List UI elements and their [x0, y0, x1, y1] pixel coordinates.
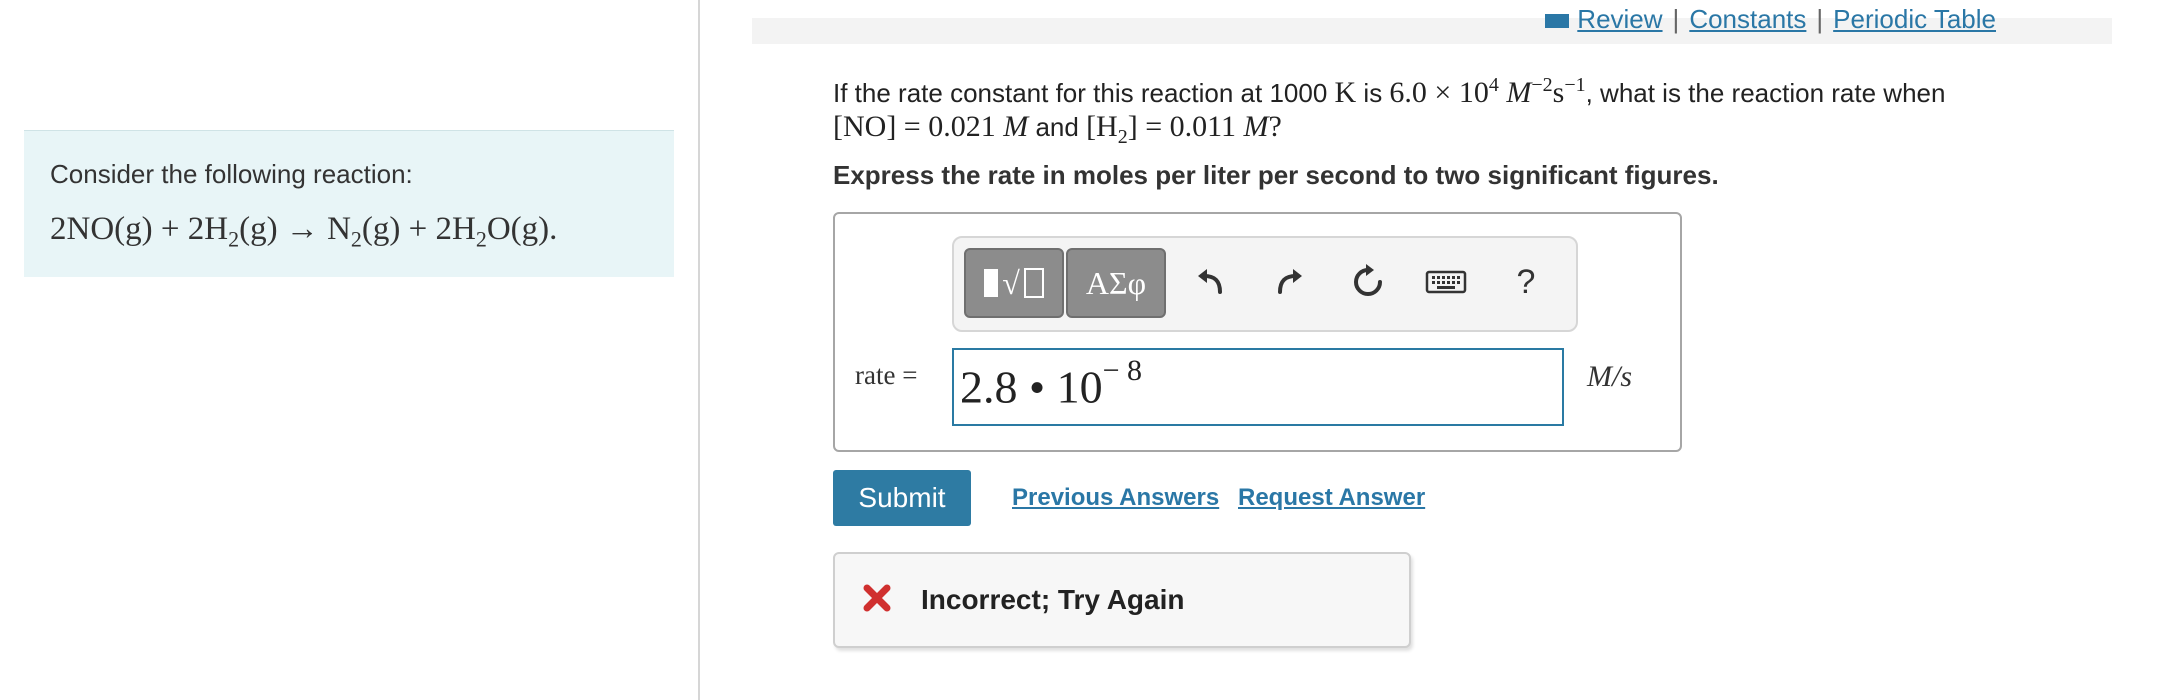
previous-answers-link[interactable]: Previous Answers — [1012, 484, 1219, 512]
request-answer-link[interactable]: Request Answer — [1238, 484, 1425, 512]
rate-constant: 6.0 × 104 M−2s−1 — [1389, 74, 1586, 109]
answer-unit: M/s — [1587, 360, 1632, 393]
book-icon — [1545, 14, 1570, 29]
reset-icon[interactable] — [1342, 254, 1394, 310]
link-separator: | — [1816, 4, 1824, 34]
question-part: is — [1356, 78, 1390, 108]
h2-concentration: [H2] = 0.011 M? — [1086, 110, 1282, 148]
unit-molar: M — [1506, 76, 1532, 109]
submit-button[interactable]: Submit — [833, 470, 971, 526]
eq-subscript: 2 — [350, 226, 362, 252]
question-text: If the rate constant for this reaction a… — [833, 68, 2123, 154]
eq-part: (g) → N — [239, 211, 351, 247]
molar-exponent: −2 — [1531, 74, 1553, 96]
answer-box: √ ΑΣφ ? rate = 2.8 • 10− 8 M/s — [833, 212, 1682, 452]
answer-exponent: − 8 — [1102, 354, 1143, 387]
question-part: If the rate constant for this reaction a… — [833, 78, 1335, 108]
answer-mantissa: 2.8 • 10 — [960, 361, 1103, 413]
eq-part: 2NO(g) + 2H — [50, 211, 229, 247]
answer-value: 2.8 • 10− 8 — [960, 354, 1142, 413]
panel-divider — [698, 0, 700, 700]
second-exponent: −1 — [1564, 74, 1586, 96]
question-mark: ? — [1268, 110, 1282, 143]
h2-expr: ] = 0.011 — [1127, 110, 1244, 143]
intro-text: Consider the following reaction: — [50, 159, 413, 189]
templates-icon: √ — [984, 265, 1044, 302]
unit-second: s — [1552, 76, 1565, 109]
unit-molar: M — [1003, 110, 1029, 143]
intro-box: Consider the following reaction: 2NO(g) … — [24, 130, 674, 277]
rate-label: rate = — [855, 360, 918, 390]
redo-icon[interactable] — [1262, 254, 1314, 310]
unit-kelvin: K — [1334, 76, 1357, 109]
reaction-equation: 2NO(g) + 2H2(g) → N2(g) + 2H2O(g). — [50, 211, 557, 253]
h2-expr: [H — [1086, 110, 1118, 143]
link-separator: | — [1672, 4, 1680, 34]
question-part: and — [1028, 112, 1087, 142]
k-exponent: 4 — [1488, 74, 1499, 96]
resource-links: Review | Constants | Periodic Table — [1545, 4, 1996, 35]
instruction-text: Express the rate in moles per liter per … — [833, 160, 1719, 190]
rate-answer-input[interactable]: 2.8 • 10− 8 — [952, 348, 1564, 426]
greek-symbols-button[interactable]: ΑΣφ — [1066, 248, 1166, 318]
feedback-text: Incorrect; Try Again — [921, 584, 1185, 615]
top-bar: Review | Constants | Periodic Table — [752, 4, 2112, 44]
periodic-table-link[interactable]: Periodic Table — [1833, 4, 1996, 34]
unit-molar: M — [1243, 110, 1269, 143]
left-panel: Consider the following reaction: 2NO(g) … — [0, 0, 700, 700]
no-concentration: [NO] = 0.021 M — [833, 110, 1028, 143]
no-expr: [NO] = 0.021 — [833, 110, 1004, 143]
eq-part: O(g). — [486, 211, 558, 247]
k-value: 6.0 × 10 — [1389, 76, 1489, 109]
x-mark-icon — [863, 584, 891, 612]
math-toolbar: √ ΑΣφ ? — [952, 236, 1578, 332]
review-link[interactable]: Review — [1577, 4, 1662, 34]
help-icon[interactable]: ? — [1500, 254, 1552, 310]
h2-subscript: 2 — [1117, 126, 1128, 148]
question-part: , what is the reaction rate when — [1585, 78, 1946, 108]
eq-subscript: 2 — [475, 226, 487, 252]
undo-icon[interactable] — [1186, 254, 1238, 310]
eq-subscript: 2 — [228, 226, 240, 252]
keyboard-icon[interactable] — [1420, 254, 1472, 310]
constants-link[interactable]: Constants — [1689, 4, 1806, 34]
templates-button[interactable]: √ — [964, 248, 1064, 318]
eq-part: (g) + 2H — [361, 211, 476, 247]
feedback-box: Incorrect; Try Again — [833, 552, 1411, 648]
